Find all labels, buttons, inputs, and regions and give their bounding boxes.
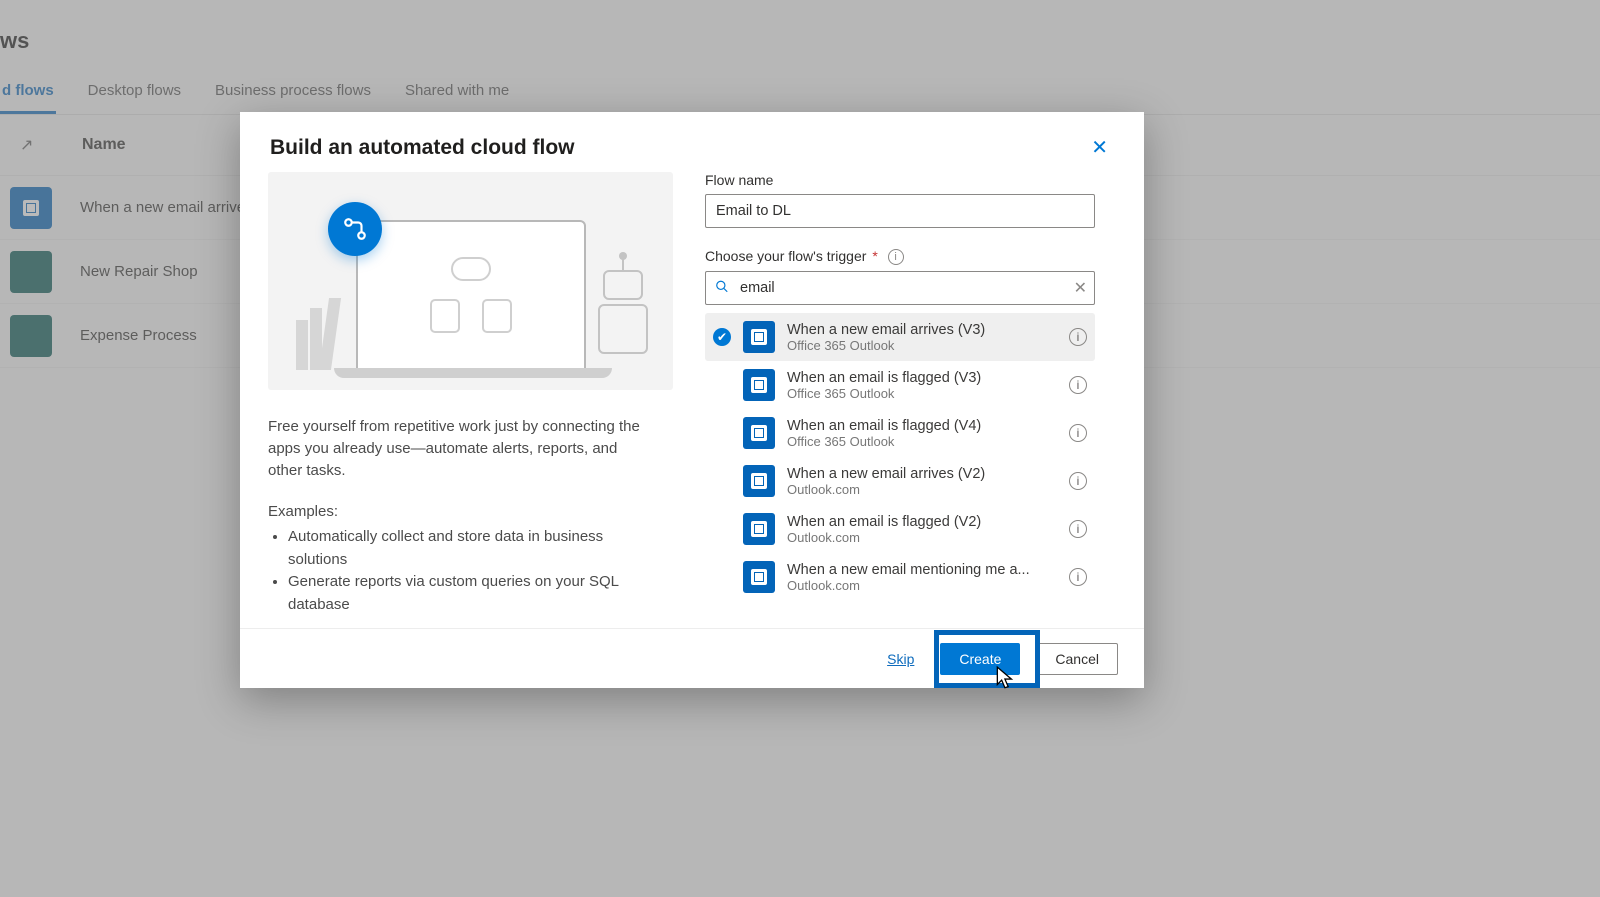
trigger-name: When a new email arrives (V3) [787,322,1057,338]
outlook-icon [743,417,775,449]
trigger-info-icon[interactable]: i [1069,328,1087,346]
flow-name-input[interactable] [705,194,1095,228]
trigger-option[interactable]: ✔ When a new email arrives (V3) Office 3… [705,313,1095,361]
trigger-option[interactable]: When a new email mentioning me a... Outl… [705,553,1095,601]
modal-right-pane: Flow name Choose your flow's trigger * i… [673,172,1116,628]
trigger-name: When a new email arrives (V2) [787,466,1057,482]
illustration [268,172,673,390]
robot-icon [593,270,653,370]
trigger-info-icon[interactable]: i [1069,424,1087,442]
modal-title: Build an automated cloud flow [270,136,575,160]
trigger-info-icon[interactable]: i [1069,520,1087,538]
database-icon [482,299,512,333]
trigger-connector: Office 365 Outlook [787,434,1057,449]
trigger-info-icon[interactable]: i [1069,376,1087,394]
skip-button[interactable]: Skip [877,643,924,675]
trigger-connector: Outlook.com [787,530,1057,545]
radio-unselected [713,376,731,394]
database-icon [430,299,460,333]
cancel-button[interactable]: Cancel [1036,643,1118,675]
trigger-list: ✔ When a new email arrives (V3) Office 3… [705,313,1095,601]
trigger-option[interactable]: When an email is flagged (V4) Office 365… [705,409,1095,457]
examples-list: Automatically collect and store data in … [268,526,653,616]
trigger-name: When a new email mentioning me a... [787,562,1057,578]
create-button[interactable]: Create [940,643,1020,675]
info-icon[interactable]: i [888,249,904,265]
example-item: Generate reports via custom queries on y… [288,571,653,616]
trigger-info-icon[interactable]: i [1069,472,1087,490]
example-item: Automatically collect and store data in … [288,526,653,571]
outlook-icon [743,513,775,545]
close-icon[interactable]: ✕ [1085,136,1114,160]
trigger-option[interactable]: When a new email arrives (V2) Outlook.co… [705,457,1095,505]
trigger-connector: Outlook.com [787,578,1057,593]
radio-unselected [713,520,731,538]
trigger-connector: Office 365 Outlook [787,386,1057,401]
flow-name-label: Flow name [705,172,1116,188]
trigger-search-input[interactable] [705,271,1095,305]
trigger-connector: Office 365 Outlook [787,338,1057,353]
trigger-info-icon[interactable]: i [1069,568,1087,586]
create-flow-modal: Build an automated cloud flow ✕ [240,112,1144,688]
outlook-icon [743,465,775,497]
examples-heading: Examples: [268,503,653,520]
trigger-name: When an email is flagged (V4) [787,418,1057,434]
modal-description: Free yourself from repetitive work just … [268,416,653,481]
modal-footer: Skip Create Cancel [240,628,1144,688]
trigger-label: Choose your flow's trigger * i [705,248,1116,265]
radio-unselected [713,472,731,490]
trigger-name: When an email is flagged (V3) [787,370,1057,386]
clear-search-icon[interactable]: ✕ [1074,278,1087,298]
required-marker: * [872,248,877,264]
trigger-connector: Outlook.com [787,482,1057,497]
modal-left-pane: Free yourself from repetitive work just … [268,172,673,628]
trigger-name: When an email is flagged (V2) [787,514,1057,530]
outlook-icon [743,561,775,593]
selected-check-icon: ✔ [713,328,731,346]
radio-unselected [713,424,731,442]
outlook-icon [743,321,775,353]
flow-badge-icon [328,202,382,256]
trigger-option[interactable]: When an email is flagged (V3) Office 365… [705,361,1095,409]
cloud-icon [451,257,491,281]
search-icon [715,280,729,297]
trigger-option[interactable]: When an email is flagged (V2) Outlook.co… [705,505,1095,553]
radio-unselected [713,568,731,586]
outlook-icon [743,369,775,401]
